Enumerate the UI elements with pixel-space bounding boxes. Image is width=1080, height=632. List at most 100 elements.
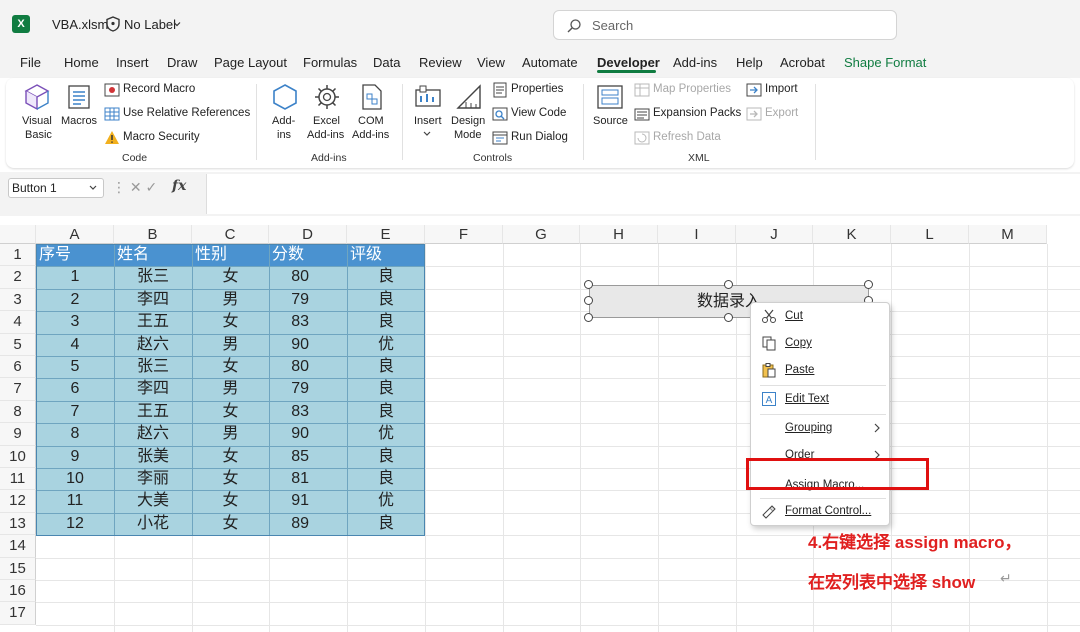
xml-source-icon[interactable] [595, 82, 625, 112]
column-header[interactable]: J [736, 225, 813, 244]
formula-cancel-enter-icons[interactable]: ⋮ ✕ ✓ [112, 179, 157, 196]
visual-basic-label-1[interactable]: Visual [22, 115, 52, 128]
table-cell[interactable]: 良 [347, 311, 425, 333]
column-header[interactable]: I [658, 225, 736, 244]
table-cell[interactable]: 79 [269, 378, 309, 400]
tab-data[interactable]: Data [373, 55, 400, 70]
table-cell[interactable]: 90 [269, 334, 309, 356]
table-cell[interactable]: 王五 [114, 311, 192, 333]
tab-developer[interactable]: Developer [597, 55, 660, 70]
table-header-cell[interactable]: 分数 [272, 244, 304, 266]
com-add-ins-label-2[interactable]: Add-ins [352, 129, 389, 142]
table-cell[interactable]: 优 [347, 490, 425, 512]
table-cell[interactable]: 优 [347, 423, 425, 445]
tab-file[interactable]: File [20, 55, 41, 70]
table-cell[interactable]: 3 [36, 311, 114, 333]
relative-references-icon[interactable] [104, 106, 120, 122]
macro-security-button[interactable]: Macro Security [123, 131, 200, 143]
table-cell[interactable]: 女 [192, 401, 269, 423]
com-add-ins-icon[interactable] [358, 82, 386, 112]
table-cell[interactable]: 2 [36, 289, 114, 311]
menu-item-format-control[interactable]: Format Control... [785, 505, 871, 517]
table-cell[interactable]: 小花 [114, 513, 192, 535]
table-cell[interactable]: 优 [347, 334, 425, 356]
menu-item-paste[interactable]: Paste [785, 364, 814, 376]
row-header[interactable]: 8 [0, 400, 36, 424]
table-cell[interactable]: 李丽 [114, 468, 192, 490]
table-cell[interactable]: 12 [36, 513, 114, 535]
resize-handle[interactable] [584, 313, 593, 322]
table-header-cell[interactable]: 姓名 [117, 244, 149, 266]
select-all-corner[interactable] [0, 225, 36, 244]
run-dialog-button[interactable]: Run Dialog [511, 131, 568, 143]
chevron-down-icon[interactable] [422, 130, 432, 138]
column-header[interactable]: M [969, 225, 1047, 244]
warning-icon[interactable] [104, 130, 120, 146]
excel-add-ins-label-1[interactable]: Excel [313, 115, 340, 128]
column-header[interactable]: D [269, 225, 347, 244]
column-header[interactable]: B [114, 225, 192, 244]
menu-item-edit-text[interactable]: Edit Text [785, 393, 829, 405]
sensitivity-label[interactable]: No Label [124, 17, 176, 32]
sensitivity-label-icon[interactable] [104, 15, 122, 33]
table-cell[interactable]: 79 [269, 289, 309, 311]
table-cell[interactable]: 5 [36, 356, 114, 378]
row-header[interactable]: 14 [0, 535, 36, 558]
tab-insert[interactable]: Insert [116, 55, 149, 70]
properties-icon[interactable] [492, 82, 508, 98]
column-header[interactable]: G [503, 225, 580, 244]
column-header[interactable]: L [891, 225, 969, 244]
table-cell[interactable]: 良 [347, 401, 425, 423]
menu-item-grouping[interactable]: Grouping [785, 422, 832, 434]
formula-input[interactable] [206, 174, 1080, 214]
table-cell[interactable]: 良 [347, 356, 425, 378]
design-mode-icon[interactable] [454, 82, 484, 112]
chevron-down-icon[interactable] [88, 184, 98, 192]
table-cell[interactable]: 7 [36, 401, 114, 423]
expansion-packs-button[interactable]: Expansion Packs [653, 107, 741, 119]
properties-button[interactable]: Properties [511, 83, 563, 95]
chevron-down-icon[interactable] [172, 19, 182, 29]
fx-icon[interactable]: fx [172, 178, 186, 194]
row-header[interactable]: 12 [0, 490, 36, 513]
tab-home[interactable]: Home [64, 55, 99, 70]
record-macro-button[interactable]: Record Macro [123, 83, 195, 95]
table-cell[interactable]: 83 [269, 401, 309, 423]
table-cell[interactable]: 李四 [114, 289, 192, 311]
column-header[interactable]: K [813, 225, 891, 244]
table-cell[interactable]: 80 [269, 266, 309, 288]
row-header[interactable]: 2 [0, 266, 36, 289]
gear-icon[interactable] [312, 82, 342, 112]
add-ins-label-1[interactable]: Add- [272, 115, 295, 128]
table-cell[interactable]: 11 [36, 490, 114, 512]
table-header-cell[interactable]: 序号 [39, 244, 71, 266]
menu-item-cut[interactable]: Cut [785, 310, 803, 322]
table-header-cell[interactable]: 评级 [350, 244, 382, 266]
tab-add-ins[interactable]: Add-ins [673, 55, 717, 70]
row-header[interactable]: 6 [0, 356, 36, 379]
row-header[interactable]: 7 [0, 378, 36, 401]
table-cell[interactable]: 李四 [114, 378, 192, 400]
row-header[interactable]: 13 [0, 512, 36, 536]
import-button[interactable]: Import [765, 83, 798, 95]
column-header[interactable]: A [36, 225, 114, 244]
expansion-packs-icon[interactable] [634, 106, 650, 122]
tab-help[interactable]: Help [736, 55, 763, 70]
table-cell[interactable]: 张美 [114, 446, 192, 468]
table-cell[interactable]: 91 [269, 490, 309, 512]
table-cell[interactable]: 男 [192, 289, 269, 311]
design-mode-label-1[interactable]: Design [451, 115, 485, 128]
relative-references-button[interactable]: Use Relative References [123, 107, 250, 119]
table-cell[interactable]: 良 [347, 446, 425, 468]
row-header[interactable]: 11 [0, 468, 36, 491]
insert-label[interactable]: Insert [414, 115, 442, 128]
visual-basic-label-2[interactable]: Basic [25, 129, 52, 142]
table-cell[interactable]: 张三 [114, 356, 192, 378]
table-cell[interactable]: 9 [36, 446, 114, 468]
insert-controls-icon[interactable] [413, 82, 443, 112]
macros-label[interactable]: Macros [61, 115, 97, 128]
table-cell[interactable]: 女 [192, 356, 269, 378]
tab-automate[interactable]: Automate [522, 55, 578, 70]
table-cell[interactable]: 男 [192, 334, 269, 356]
table-cell[interactable]: 男 [192, 423, 269, 445]
